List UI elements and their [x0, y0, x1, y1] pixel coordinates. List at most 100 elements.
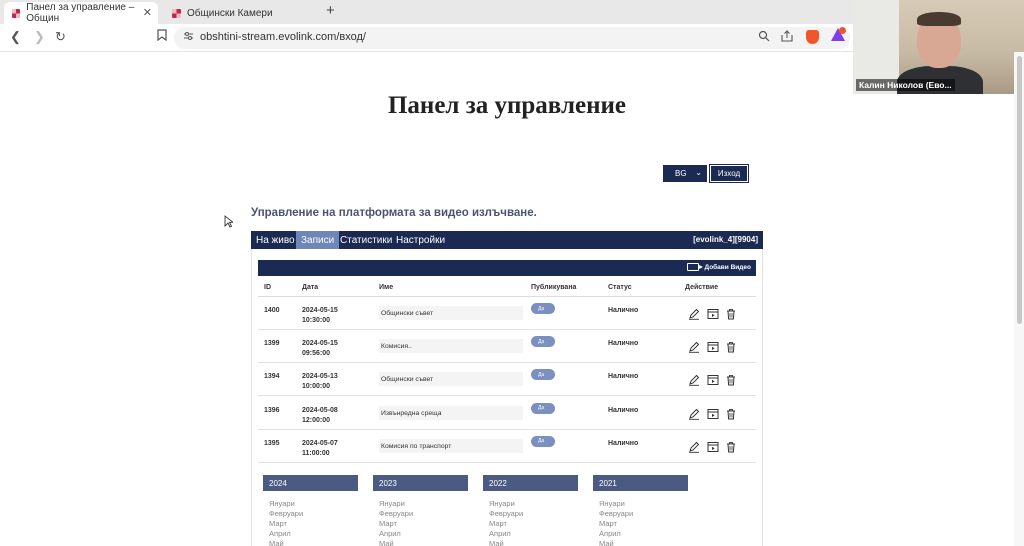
edit-icon[interactable] — [688, 407, 700, 420]
month-link[interactable]: Април — [373, 529, 468, 539]
recording-id: 1394 — [264, 373, 280, 381]
nav-item-statistics[interactable]: Статистики — [335, 231, 397, 249]
close-tab-icon[interactable]: ✕ — [143, 6, 152, 19]
published-toggle[interactable]: Да — [531, 402, 555, 414]
url-text: obshtini-stream.evolink.com/вход/ — [200, 31, 366, 43]
month-link[interactable]: Март — [373, 519, 468, 529]
bookmark-icon[interactable] — [157, 29, 167, 44]
language-value: BG — [675, 169, 687, 178]
site-settings-icon[interactable] — [183, 30, 194, 44]
month-link[interactable]: Март — [593, 519, 688, 529]
share-icon[interactable] — [781, 30, 793, 45]
tab-title: Панел за управление – Общин — [26, 2, 135, 24]
video-preview-icon[interactable] — [707, 407, 719, 419]
delete-icon[interactable] — [725, 307, 737, 320]
recording-name[interactable]: Комисия по транспорт — [379, 438, 523, 453]
delete-icon[interactable] — [725, 340, 737, 353]
month-link[interactable]: Март — [483, 519, 578, 529]
month-link[interactable]: Март — [263, 519, 358, 529]
column-header-published: Публикувана — [531, 284, 577, 291]
month-link[interactable]: Април — [483, 529, 578, 539]
recording-date: 2024-05-15 — [302, 307, 338, 314]
month-list: Януари Февруари Март Април Май — [263, 491, 358, 546]
account-id: [evolink_4][9904] — [693, 235, 758, 244]
recording-name[interactable]: Извънредна среща — [379, 405, 523, 420]
chevron-down-icon: ⌄ — [695, 168, 702, 177]
recording-date: 2024-05-13 — [302, 373, 338, 381]
nav-item-live[interactable]: На живо — [251, 231, 300, 249]
month-link[interactable]: Май — [483, 539, 578, 546]
logout-button[interactable]: Изход — [709, 164, 749, 183]
add-video-button[interactable]: Добави Видео — [687, 263, 751, 271]
nav-item-recordings[interactable]: Записи — [296, 231, 340, 249]
zoom-icon[interactable] — [758, 30, 770, 45]
year-header[interactable]: 2023 — [373, 475, 468, 491]
notification-dot — [839, 27, 846, 34]
forward-icon[interactable]: ❯ — [34, 29, 45, 45]
recording-date: 2024-05-07 — [302, 439, 338, 447]
new-tab-icon[interactable]: + — [326, 2, 335, 19]
edit-icon[interactable] — [688, 340, 700, 353]
add-video-label: Добави Видео — [704, 263, 751, 271]
month-link[interactable]: Януари — [483, 499, 578, 509]
month-list: Януари Февруари Март Април Май — [593, 491, 688, 546]
year-archive: 2023 Януари Февруари Март Април Май — [373, 475, 468, 546]
month-link[interactable]: Април — [263, 529, 358, 539]
year-archive: 2021 Януари Февруари Март Април Май — [593, 475, 688, 546]
month-link[interactable]: Януари — [373, 499, 468, 509]
month-link[interactable]: Февруари — [263, 509, 358, 519]
nav-item-settings[interactable]: Настройки — [391, 231, 450, 249]
edit-icon[interactable] — [688, 307, 700, 320]
year-header[interactable]: 2021 — [593, 475, 688, 491]
delete-icon[interactable] — [725, 407, 737, 420]
recording-id: 1400 — [264, 307, 280, 314]
add-video-bar: Добави Видео — [258, 260, 756, 276]
recording-status: Налично — [608, 406, 639, 414]
month-link[interactable]: Май — [373, 539, 468, 546]
month-link[interactable]: Февруари — [593, 509, 688, 519]
published-toggle[interactable]: Да — [531, 369, 555, 381]
site-favicon-icon — [12, 8, 21, 18]
year-header[interactable]: 2024 — [263, 475, 358, 491]
month-link[interactable]: Януари — [263, 499, 358, 509]
scrollbar-thumb[interactable] — [1017, 56, 1022, 324]
browser-tab-active[interactable]: Панел за управление – Общин ✕ — [4, 2, 158, 24]
year-header[interactable]: 2022 — [483, 475, 578, 491]
section-heading: Управление на платформата за видео излъч… — [251, 207, 537, 219]
video-call-thumbnail[interactable]: Калин Николов (Ево... — [853, 0, 1024, 94]
video-preview-icon[interactable] — [707, 307, 719, 319]
published-toggle[interactable]: Да — [531, 336, 555, 348]
participant-hair — [917, 12, 961, 26]
published-toggle[interactable]: Да — [531, 435, 555, 447]
video-preview-icon[interactable] — [707, 373, 719, 386]
table-row: 1394 2024-05-13 10:00:00 Общински съвет … — [258, 363, 756, 397]
language-select[interactable]: BG ⌄ — [663, 165, 707, 182]
month-link[interactable]: Май — [593, 539, 688, 546]
recording-time: 09:56:00 — [302, 350, 331, 358]
delete-icon[interactable] — [725, 440, 737, 453]
recording-name[interactable]: Общински съвет — [379, 306, 523, 320]
edit-icon[interactable] — [688, 440, 700, 453]
month-link[interactable]: Април — [593, 529, 688, 539]
published-toggle[interactable]: Да — [531, 303, 555, 314]
video-preview-icon[interactable] — [707, 440, 719, 452]
page-title: Панел за управление — [387, 92, 627, 119]
month-link[interactable]: Февруари — [483, 509, 578, 519]
tab-title: Общински Камери — [187, 7, 273, 19]
recording-date: 2024-05-15 — [302, 340, 338, 348]
recording-name[interactable]: Комисия.. — [379, 339, 523, 354]
delete-icon[interactable] — [725, 373, 737, 386]
main-nav: На живо Записи Статистики Настройки [evo… — [251, 231, 763, 249]
month-link[interactable]: Май — [263, 539, 358, 546]
recording-id: 1396 — [264, 406, 280, 414]
browser-tab[interactable]: Общински Камери — [164, 2, 320, 24]
reload-icon[interactable]: ↻ — [55, 29, 66, 45]
edit-icon[interactable] — [688, 373, 700, 387]
recording-name[interactable]: Общински съвет — [379, 372, 523, 387]
column-header-id: ID — [264, 284, 271, 291]
back-icon[interactable]: ❮ — [10, 29, 21, 45]
month-link[interactable]: Януари — [593, 499, 688, 509]
video-preview-icon[interactable] — [707, 340, 719, 353]
brave-shields-icon[interactable] — [806, 30, 819, 44]
month-link[interactable]: Февруари — [373, 509, 468, 519]
